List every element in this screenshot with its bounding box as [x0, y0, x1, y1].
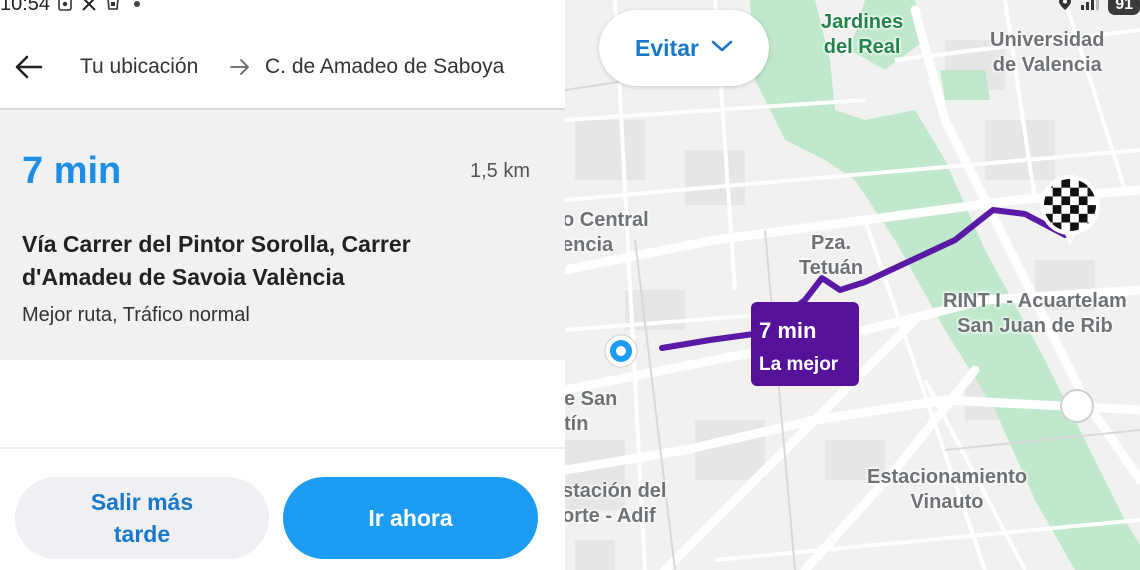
back-arrow-icon[interactable] [12, 50, 46, 84]
go-now-label: Ir ahora [368, 504, 453, 531]
map-label-estacionamiento: Estacionamiento Vinauto [867, 466, 1028, 513]
map-label-estacion-norte: stación del orte - Adif [565, 480, 667, 527]
map-label-rint: RINT I - Acuartelam San Juan de Rib [943, 290, 1127, 337]
map-label-central: o Central encia [565, 209, 649, 256]
leave-later-button[interactable]: Salir más tarde [15, 477, 269, 559]
dot-icon [128, 0, 146, 13]
destination-label[interactable]: C. de Amadeo de Saboya [265, 55, 504, 79]
route-time: 7 min [759, 318, 817, 343]
route-note: Mejor ruta, Tráfico normal [22, 304, 250, 326]
leave-later-label: Salir más tarde [90, 489, 194, 547]
arrow-right-icon [229, 56, 251, 78]
go-now-button[interactable]: Ir ahora [283, 477, 538, 559]
route-best-tag: La mejor [759, 354, 839, 375]
status-bar-right: 91 [1058, 0, 1140, 18]
battery-icon: 91 [1108, 0, 1140, 15]
map-label-san: e San tín [565, 388, 618, 435]
map-label-universidad: Universidad de Valencia [990, 29, 1105, 76]
avoid-button[interactable]: Evitar [599, 10, 769, 86]
map-label-jardines: Jardines del Real [821, 11, 904, 58]
location-icon [1058, 0, 1072, 15]
route-header: Tu ubicación C. de Amadeo de Saboya [0, 18, 565, 110]
route-distance: 1,5 km [469, 160, 530, 182]
screenshot-icon [56, 0, 74, 13]
app-icon [104, 0, 122, 13]
route-via: Vía Carrer del Pintor Sorolla, Carrer d'… [22, 231, 411, 290]
divider [0, 447, 565, 449]
map-label-pza-tetuan: Pza. Tetuán [799, 232, 864, 279]
route-option-card[interactable]: 7 min 1,5 km Vía Carrer del Pintor Sorol… [0, 110, 565, 360]
route-duration: 7 min [22, 150, 122, 192]
origin-label[interactable]: Tu ubicación [80, 55, 198, 79]
x-icon [80, 0, 98, 13]
map-view[interactable]: 91 Evitar Jardines del Real Universidad … [565, 0, 1140, 570]
status-bar: 10:54 [0, 0, 146, 18]
chevron-down-icon [711, 39, 733, 58]
current-location-icon [604, 334, 638, 368]
route-time-label[interactable]: 7 min La mejor [751, 302, 859, 386]
avoid-label: Evitar [635, 34, 699, 61]
route-panel: 10:54 Tu ubicación C. de Amadeo de Saboy… [0, 0, 565, 570]
signal-icon [1080, 0, 1100, 14]
status-time: 10:54 [0, 0, 51, 15]
